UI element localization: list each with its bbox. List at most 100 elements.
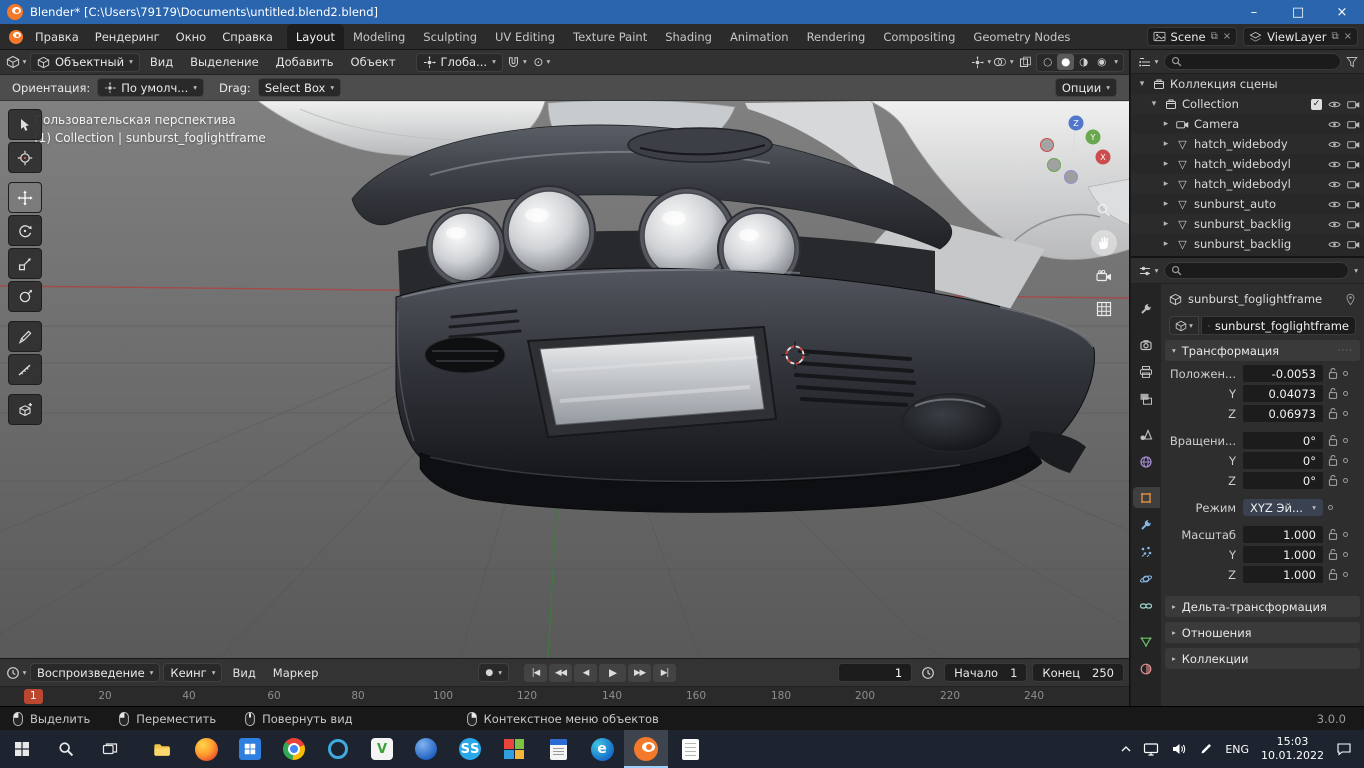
jump-to-end-button[interactable]: ▶| [653,664,676,682]
start-button[interactable] [0,730,44,768]
filter-icon[interactable] [1346,56,1358,68]
lock-icon[interactable] [1328,474,1338,487]
outliner-item-camera[interactable]: ▸ Camera [1131,114,1364,134]
lock-icon[interactable] [1328,528,1338,541]
utorrent-icon[interactable] [404,730,448,768]
pin-icon[interactable] [1345,293,1356,306]
ccleaner-icon[interactable] [316,730,360,768]
menu-add[interactable]: Добавить [269,55,341,69]
jump-to-start-button[interactable]: |◀ [524,664,547,682]
orientation-dropdown[interactable]: По умолч... ▾ [97,78,204,97]
delete-scene-icon[interactable]: × [1223,31,1231,42]
lock-icon[interactable] [1328,454,1338,467]
car-model[interactable] [258,101,1130,513]
store-icon[interactable] [228,730,272,768]
outliner-item-collection[interactable]: ▾ Collection ✓ [1131,94,1364,114]
rotation-z-field[interactable]: 0° [1243,472,1323,489]
cursor-tool[interactable] [8,142,42,173]
object-id-type-button[interactable]: ▾ [1169,316,1199,335]
tab-sculpting[interactable]: Sculpting [414,24,486,49]
eye-icon[interactable] [1328,120,1341,129]
lock-icon[interactable] [1328,407,1338,420]
vlc-icon[interactable]: V [360,730,404,768]
rotation-mode-dropdown[interactable]: XYZ Эй...▾ [1243,499,1323,516]
select-box-tool[interactable] [8,109,42,140]
tab-world-properties[interactable] [1133,451,1160,472]
tab-layout[interactable]: Layout [287,24,344,49]
zoom-gizmo-button[interactable] [1091,197,1117,223]
shading-wireframe-button[interactable]: ○ [1039,54,1056,70]
pen-icon[interactable] [1199,742,1213,756]
mode-dropdown[interactable]: Объектный ▾ [30,53,140,72]
next-keyframe-button[interactable]: ▶▶ [628,664,651,682]
tab-modeling[interactable]: Modeling [344,24,414,49]
item-label[interactable]: hatch_widebody [1194,137,1288,151]
location-x-field[interactable]: -0.0053 [1243,365,1323,382]
keyboard-language[interactable]: ENG [1225,743,1249,756]
axis-neg-z-handle[interactable] [1065,171,1078,184]
new-viewlayer-icon[interactable]: ⧉ [1331,31,1338,42]
triangle-right-icon[interactable]: ▸ [1161,179,1171,189]
triangle-down-icon[interactable]: ▾ [1149,99,1159,109]
notification-center-icon[interactable] [1336,742,1352,756]
menu-select[interactable]: Выделение [183,55,266,69]
lock-icon[interactable] [1328,367,1338,380]
drag-mode-dropdown[interactable]: Select Box ▾ [258,78,341,97]
office-icon[interactable] [492,730,536,768]
add-cube-tool[interactable] [8,394,42,425]
delta-transform-panel[interactable]: ▸ Дельта-трансформация [1165,596,1360,617]
animate-dot[interactable] [1343,438,1348,443]
axis-neg-y-handle[interactable] [1048,159,1061,172]
viewlayer-selector[interactable]: ViewLayer ⧉ × [1243,27,1358,46]
properties-search-input[interactable] [1164,262,1349,279]
scale-z-field[interactable]: 1.000 [1243,566,1323,583]
timeline-ruler[interactable]: 1 20 40 60 80 100 120 140 160 180 200 22… [0,687,1129,706]
outliner-editor-type-button[interactable]: ▾ [1137,52,1159,71]
gizmos-toggle[interactable]: ▾ [970,53,992,72]
frame-start-field[interactable]: Начало1 [944,663,1027,682]
delete-viewlayer-icon[interactable]: × [1344,31,1352,42]
timeline-menu-view[interactable]: Вид [225,666,262,680]
tab-shading[interactable]: Shading [656,24,721,49]
use-preview-range-button[interactable] [917,663,939,682]
tab-particle-properties[interactable] [1133,541,1160,562]
scale-x-field[interactable]: 1.000 [1243,526,1323,543]
task-view-button[interactable] [88,730,132,768]
tab-geometry-nodes[interactable]: Geometry Nodes [964,24,1079,49]
file-explorer-icon[interactable] [140,730,184,768]
lock-icon[interactable] [1328,387,1338,400]
tab-render-properties[interactable] [1133,334,1160,355]
collections-panel[interactable]: ▸ Коллекции [1165,648,1360,669]
lock-icon[interactable] [1328,548,1338,561]
playback-dropdown[interactable]: Воспроизведение▾ [30,663,160,682]
eye-icon[interactable] [1328,180,1341,189]
play-button[interactable]: ▶ [599,664,626,682]
viewport-3d[interactable]: Пользовательская перспектива (1) Collect… [0,101,1130,658]
outliner-search-input[interactable] [1164,53,1341,70]
tab-scene-properties[interactable] [1133,424,1160,445]
current-frame-field[interactable]: 1 [838,663,912,682]
tab-tool-properties[interactable] [1133,298,1160,319]
tab-texture-paint[interactable]: Texture Paint [564,24,656,49]
triangle-right-icon[interactable]: ▸ [1161,139,1171,149]
maximize-button[interactable]: □ [1276,0,1320,24]
outliner-item-mesh[interactable]: ▸ ▽ sunburst_auto [1131,194,1364,214]
scene-collection-label[interactable]: Коллекция сцены [1170,77,1278,91]
auto-key-button[interactable]: ●▾ [478,663,509,682]
animate-dot[interactable] [1343,478,1348,483]
collection-checkbox[interactable]: ✓ [1311,99,1322,110]
render-camera-icon[interactable] [1347,239,1360,249]
tab-uv-editing[interactable]: UV Editing [486,24,564,49]
lock-icon[interactable] [1328,434,1338,447]
menu-window[interactable]: Окно [168,24,215,50]
rotation-x-field[interactable]: 0° [1243,432,1323,449]
measure-tool[interactable] [8,354,42,385]
outliner-item-mesh[interactable]: ▸ ▽ sunburst_backlig [1131,234,1364,254]
item-label[interactable]: hatch_widebodyl [1194,157,1291,171]
annotate-tool[interactable] [8,321,42,352]
xray-toggle[interactable] [1014,53,1036,72]
animate-dot[interactable] [1343,411,1348,416]
animate-dot[interactable] [1343,532,1348,537]
camera-view-button[interactable] [1091,263,1117,289]
eye-icon[interactable] [1328,100,1341,109]
